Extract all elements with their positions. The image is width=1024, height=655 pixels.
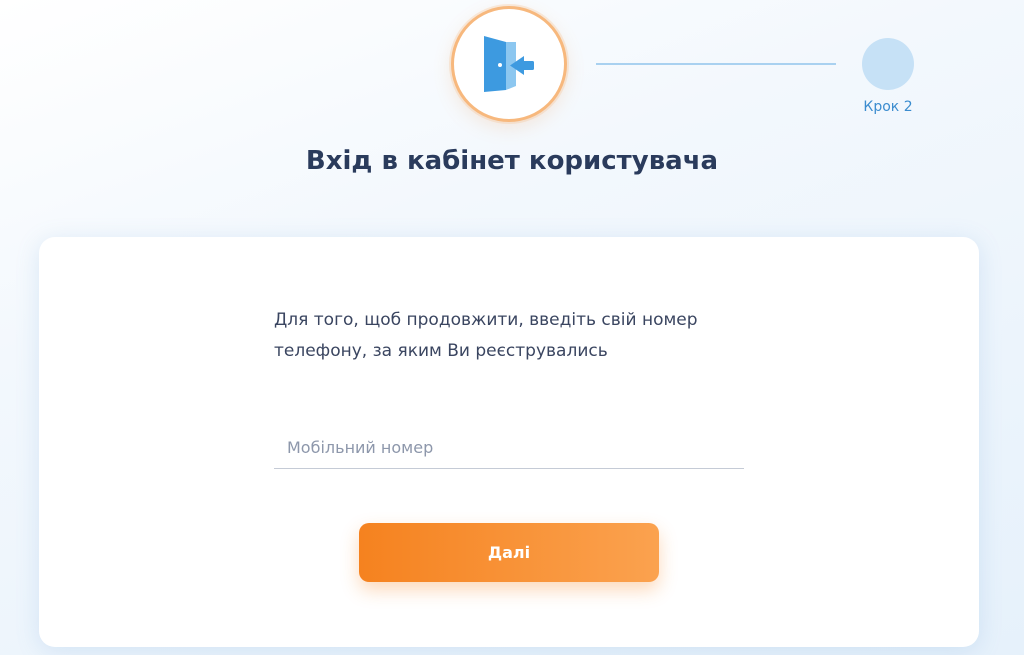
login-card: Для того, щоб продовжити, введіть свій н… [39,237,979,647]
next-button[interactable]: Далі [359,523,659,582]
step-connector-line [596,63,836,65]
instructions-text: Для того, щоб продовжити, введіть свій н… [274,310,698,361]
mobile-number-input[interactable] [274,427,744,469]
step-2-label: Крок 2 [863,99,913,115]
page-title: Вхід в кабінет користувача [305,146,719,176]
step-2-indicator [862,38,914,90]
login-stepper: Крок 2 [0,0,1024,140]
door-enter-icon [484,36,534,92]
